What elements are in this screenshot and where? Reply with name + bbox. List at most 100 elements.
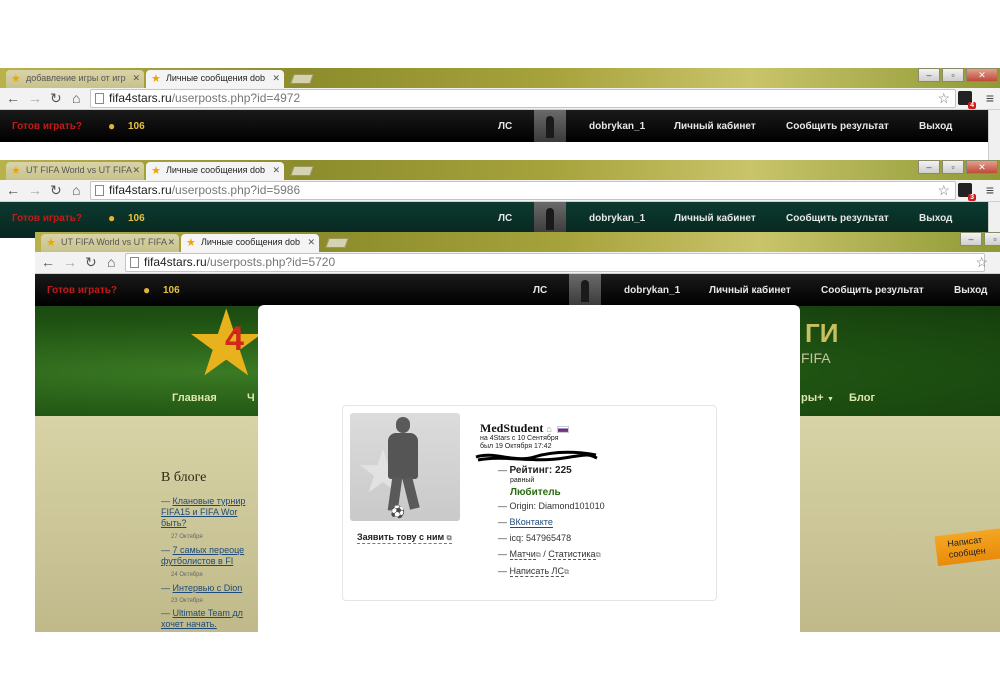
username-link[interactable]: dobrykan_1	[589, 213, 645, 224]
username-link[interactable]: dobrykan_1	[624, 285, 680, 296]
blog-link[interactable]: Клановые турнир FIFA15 и FIFA Wor быть?	[161, 496, 245, 528]
blog-item[interactable]: — Клановые турнир FIFA15 и FIFA Wor быть…	[161, 496, 261, 529]
maximize-icon[interactable]: ▫	[942, 160, 964, 174]
maximize-icon[interactable]: ▫	[942, 68, 964, 82]
user-avatar[interactable]	[534, 202, 566, 234]
close-tab-icon[interactable]: ✕	[132, 73, 140, 84]
bookmark-star-icon[interactable]: ☆	[975, 254, 988, 271]
window-controls: – ▫ ✕	[916, 68, 998, 84]
coin-count: 106	[128, 121, 145, 132]
bookmark-star-icon[interactable]: ☆	[937, 182, 950, 199]
tab-title: UT FIFA World vs UT FIFA	[26, 165, 133, 175]
cabinet-link[interactable]: Личный кабинет	[674, 213, 756, 224]
reload-icon[interactable]: ↻	[85, 254, 97, 271]
write-ls-row: — Написать ЛС⧉	[498, 566, 569, 577]
close-tab-icon[interactable]: ✕	[272, 73, 280, 84]
vk-link[interactable]: ВКонтакте	[509, 517, 553, 528]
maximize-icon[interactable]: ▫	[984, 232, 1000, 246]
stats-link[interactable]: Статистика	[548, 549, 596, 560]
tab-title: добавление игры от игр	[26, 73, 126, 83]
page-icon	[95, 185, 104, 196]
browser-window-2: ★ UT FIFA World vs UT FIFA ✕ ★ Личные со…	[0, 160, 1000, 238]
minimize-icon[interactable]: –	[960, 232, 982, 246]
star-favicon-icon: ★	[151, 73, 161, 85]
logout-link[interactable]: Выход	[954, 285, 987, 296]
cabinet-link[interactable]: Личный кабинет	[674, 121, 756, 132]
tab-strip: ★ UT FIFA World vs UT FIFA ✕ ★ Личные со…	[0, 160, 1000, 180]
blog-link[interactable]: Ultimate Team дл хочет начать.	[161, 608, 243, 629]
address-bar[interactable]: fifa4stars.ru/userposts.php?id=4972	[90, 89, 956, 108]
tab-ut-fifa-world[interactable]: ★ UT FIFA World vs UT FIFA ✕	[6, 162, 144, 180]
username-link[interactable]: dobrykan_1	[589, 121, 645, 132]
user-avatar[interactable]	[569, 274, 601, 306]
home-icon[interactable]: ⌂	[72, 90, 80, 106]
messages-link[interactable]: ЛС	[498, 213, 512, 224]
tab-add-game[interactable]: ★ добавление игры от игр ✕	[6, 70, 144, 88]
address-bar[interactable]: fifa4stars.ru/userposts.php?id=5720	[125, 253, 985, 272]
joined-date: на 4Stars с 10 Сентября	[480, 435, 559, 442]
back-arrow-icon[interactable]: ←	[6, 90, 20, 106]
messages-link[interactable]: ЛС	[498, 121, 512, 132]
report-result-link[interactable]: Сообщить результат	[786, 213, 889, 224]
ready-to-play-link[interactable]: Готов играть?	[12, 213, 82, 224]
reload-icon[interactable]: ↻	[50, 182, 62, 199]
ready-to-play-link[interactable]: Готов играть?	[12, 121, 82, 132]
ready-to-play-link[interactable]: Готов играть?	[47, 285, 117, 296]
close-tab-icon[interactable]: ✕	[272, 165, 280, 176]
nav-home[interactable]: Главная	[172, 392, 217, 404]
tab-strip: ★ добавление игры от игр ✕ ★ Личные сооб…	[0, 68, 1000, 88]
tab-private-messages[interactable]: ★ Личные сообщения dob ✕	[181, 234, 319, 252]
new-tab-button[interactable]	[325, 238, 349, 248]
logout-link[interactable]: Выход	[919, 213, 952, 224]
menu-icon[interactable]: ≡	[986, 90, 994, 106]
user-avatar[interactable]	[534, 110, 566, 142]
logout-link[interactable]: Выход	[919, 121, 952, 132]
matches-link[interactable]: Матчи	[509, 549, 536, 560]
forward-arrow-icon[interactable]: →	[28, 90, 42, 106]
blog-item[interactable]: — Интервью с Dion	[161, 583, 261, 594]
blog-link[interactable]: Интервью с Dion	[173, 583, 243, 593]
minimize-icon[interactable]: –	[918, 160, 940, 174]
extension-icon[interactable]: 4	[958, 91, 976, 109]
browser-toolbar: ← → ↻ ⌂ fifa4stars.ru/userposts.php?id=5…	[0, 180, 1000, 202]
logo-digit: 4	[225, 320, 244, 358]
nav-blog[interactable]: Блог	[849, 392, 875, 404]
forward-arrow-icon[interactable]: →	[63, 254, 77, 270]
blog-item[interactable]: — Ultimate Team дл хочет начать.	[161, 608, 261, 630]
blog-link[interactable]: 7 самых переоце футболистов в FI	[161, 545, 244, 566]
close-window-icon[interactable]: ✕	[966, 160, 998, 174]
forward-arrow-icon[interactable]: →	[28, 182, 42, 198]
page-icon	[130, 257, 139, 268]
home-icon[interactable]: ⌂	[107, 254, 115, 270]
back-arrow-icon[interactable]: ←	[41, 254, 55, 270]
back-arrow-icon[interactable]: ←	[6, 182, 20, 198]
cabinet-link[interactable]: Личный кабинет	[709, 285, 791, 296]
report-result-link[interactable]: Сообщить результат	[821, 285, 924, 296]
address-bar[interactable]: fifa4stars.ru/userposts.php?id=5986	[90, 181, 956, 200]
menu-icon[interactable]: ≡	[986, 182, 994, 198]
nav-partial[interactable]: Ч	[247, 392, 255, 404]
reload-icon[interactable]: ↻	[50, 90, 62, 107]
blog-date: 24 Октября	[171, 572, 203, 578]
messages-link[interactable]: ЛС	[533, 285, 547, 296]
report-result-link[interactable]: Сообщить результат	[786, 121, 889, 132]
extension-icon[interactable]: 3	[958, 183, 976, 201]
home-icon[interactable]: ⌂	[72, 182, 80, 198]
tab-private-messages[interactable]: ★ Личные сообщения dob ✕	[146, 162, 284, 180]
tab-ut-fifa-world[interactable]: ★ UT FIFA World vs UT FIFA ✕	[41, 234, 179, 252]
new-tab-button[interactable]	[290, 74, 314, 84]
tab-private-messages[interactable]: ★ Личные сообщения dob ✕	[146, 70, 284, 88]
blog-date: 23 Октября	[171, 598, 203, 604]
write-ls-link[interactable]: Написать ЛС	[509, 566, 564, 577]
close-window-icon[interactable]: ✕	[966, 68, 998, 82]
challenge-link[interactable]: Заявить тову с ним ⧉	[357, 532, 452, 544]
nav-more[interactable]: ры+	[801, 392, 824, 404]
blog-item[interactable]: — 7 самых переоце футболистов в FI	[161, 545, 261, 567]
new-tab-button[interactable]	[290, 166, 314, 176]
scrollbar[interactable]	[988, 110, 1000, 160]
bookmark-star-icon[interactable]: ☆	[937, 90, 950, 107]
close-tab-icon[interactable]: ✕	[167, 237, 175, 248]
close-tab-icon[interactable]: ✕	[307, 237, 315, 248]
close-tab-icon[interactable]: ✕	[132, 165, 140, 176]
minimize-icon[interactable]: –	[918, 68, 940, 82]
